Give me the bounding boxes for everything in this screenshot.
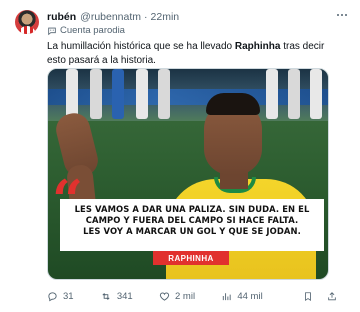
- share-button[interactable]: [327, 291, 337, 302]
- timestamp[interactable]: 22min: [151, 11, 180, 23]
- action-bar: 31 341 2 mil 44 mil: [47, 289, 337, 303]
- quote-box: LES VAMOS A DAR UNA PALIZA. SIN DUDA. EN…: [60, 199, 324, 251]
- quote-line: LES VOY A MARCAR UN GOL Y QUE SE JODAN.: [83, 226, 301, 237]
- like-button[interactable]: 2 mil: [159, 291, 195, 302]
- quote-line: LES VAMOS A DAR UNA PALIZA. SIN DUDA. EN…: [74, 204, 310, 214]
- tweet-header: rubén @rubennatm · 22min: [47, 10, 350, 24]
- tweet-text: La humillación histórica que se ha lleva…: [47, 40, 343, 68]
- player-hair: [206, 93, 260, 115]
- action-bar-right: [289, 291, 337, 302]
- player-silhouette: [136, 69, 148, 119]
- share-icon: [328, 291, 336, 300]
- tweet-text-mention: Raphinha: [234, 41, 281, 52]
- reply-button[interactable]: 31: [47, 291, 74, 302]
- quote-line: CAMPO Y FUERA DEL CAMPO SI HACE FALTA.: [85, 215, 299, 226]
- speaker-tag: RAPHINHA: [153, 251, 229, 265]
- bookmark-icon: [305, 291, 311, 301]
- player-silhouette: [90, 69, 102, 119]
- bookmark-button[interactable]: [303, 291, 313, 302]
- reply-count: 31: [63, 290, 74, 302]
- repost-count: 341: [116, 290, 133, 302]
- like-count: 2 mil: [175, 290, 196, 302]
- author-handle[interactable]: @rubennatm: [80, 11, 141, 23]
- more-icon[interactable]: [334, 7, 350, 23]
- avatar[interactable]: [15, 10, 39, 34]
- repost-icon: [102, 292, 110, 300]
- tweet-text-start: La humillación histórica que se ha lleva…: [47, 41, 235, 52]
- player-silhouette: [112, 69, 124, 119]
- parody-text: Cuenta parodia: [60, 25, 125, 36]
- tweet-media-image[interactable]: “ LES VAMOS A DAR UNA PALIZA. SIN DUDA. …: [47, 68, 329, 280]
- repost-button[interactable]: 341: [100, 291, 133, 302]
- reply-icon: [48, 291, 57, 301]
- like-icon: [159, 292, 170, 301]
- tweet-card[interactable]: rubén @rubennatm · 22min Cuenta parodia …: [0, 0, 360, 312]
- views-button[interactable]: 44 mil: [221, 290, 263, 302]
- separator-dot: ·: [144, 11, 148, 23]
- views-icon: [223, 292, 231, 300]
- parody-icon: [48, 27, 56, 35]
- views-count: 44 mil: [237, 290, 263, 302]
- author-name[interactable]: rubén: [47, 11, 76, 23]
- player-silhouette: [66, 69, 78, 119]
- parody-label: Cuenta parodia: [47, 25, 125, 36]
